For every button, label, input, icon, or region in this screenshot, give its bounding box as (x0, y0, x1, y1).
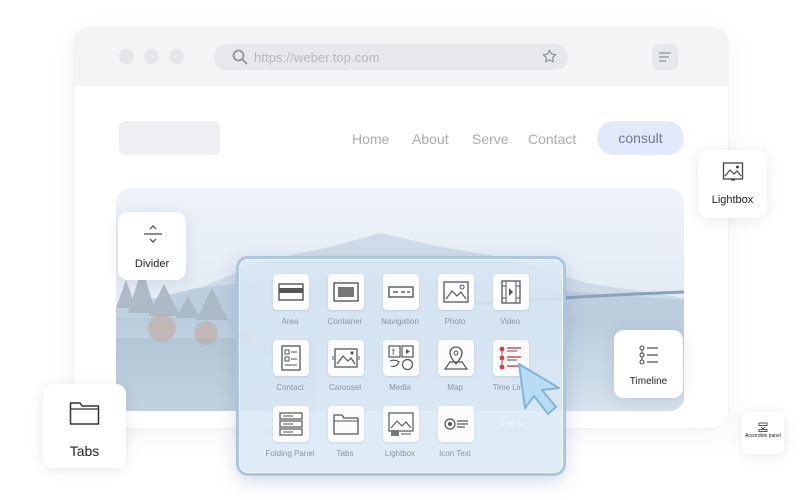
icon-text-label: Icon Text (439, 449, 471, 458)
address-bar[interactable]: https://weber.top.com (214, 44, 568, 70)
photo-tile[interactable] (438, 274, 474, 310)
tabs-tile[interactable] (328, 406, 364, 442)
lightbox-card-label: Lightbox (711, 194, 754, 206)
container-tile[interactable] (328, 274, 364, 310)
star-icon[interactable] (541, 48, 558, 70)
nav-contact[interactable]: Contact (528, 131, 576, 147)
logo-placeholder[interactable] (119, 121, 220, 155)
divider-icon (142, 224, 164, 249)
media-icon: f (388, 345, 414, 371)
menu-lines-icon (659, 52, 671, 62)
folding-panel-tile[interactable] (273, 406, 309, 442)
nav-serve[interactable]: Serve (472, 131, 509, 147)
folder-icon (69, 400, 100, 431)
url-text: https://weber.top.com (254, 50, 380, 65)
tabs-folder-icon (333, 414, 359, 435)
lightbox-tile[interactable] (383, 406, 419, 442)
window-dot[interactable] (144, 49, 159, 64)
window-dot[interactable] (119, 49, 134, 64)
video-tile[interactable] (493, 274, 529, 310)
browser-titlebar: https://weber.top.com (74, 28, 728, 86)
lightbox-icon (722, 161, 744, 188)
carousel-icon (332, 348, 360, 368)
nav-about[interactable]: About (412, 131, 449, 147)
lightbox-card[interactable]: Lightbox (698, 150, 767, 218)
folding-panel-icon (279, 412, 303, 436)
mouse-cursor-icon (515, 362, 567, 423)
photo-icon (443, 281, 469, 303)
lightbox-icon (388, 412, 414, 436)
carousel-tile[interactable] (328, 340, 364, 376)
menu-button[interactable] (652, 44, 678, 70)
contact-form-icon (281, 345, 301, 371)
map-tile[interactable] (438, 340, 474, 376)
timeline-list-icon (638, 344, 660, 371)
map-pin-icon (443, 346, 469, 370)
container-icon (333, 282, 359, 302)
accordion-card[interactable]: Accordion panel (742, 412, 784, 454)
navigation-icon (388, 286, 414, 298)
navigation-tile[interactable] (383, 274, 419, 310)
video-label: Video (499, 317, 521, 326)
timeline-card[interactable]: Timeline (614, 330, 683, 398)
svg-text:f: f (392, 347, 395, 357)
area-tile[interactable] (273, 274, 309, 310)
area-icon (278, 283, 304, 301)
media-tile[interactable]: f (383, 340, 419, 376)
contact-tile[interactable] (273, 340, 309, 376)
nav-home[interactable]: Home (352, 131, 389, 147)
window-dot[interactable] (169, 49, 184, 64)
divider-card-label: Divider (134, 258, 170, 270)
timeline-card-label: Timeline (629, 376, 668, 387)
search-icon (232, 49, 248, 70)
icon-text-icon (444, 418, 468, 430)
icon-text-tile[interactable] (438, 406, 474, 442)
stage: https://weber.top.com Home About Serve C… (0, 0, 800, 500)
video-icon (501, 280, 521, 304)
tabs-card[interactable]: Tabs (43, 384, 126, 468)
divider-card[interactable]: Divider (118, 212, 186, 280)
accordion-card-label: Accordion panel (745, 433, 781, 439)
tabs-card-label: Tabs (69, 443, 100, 459)
consult-button[interactable]: consult (597, 121, 684, 155)
